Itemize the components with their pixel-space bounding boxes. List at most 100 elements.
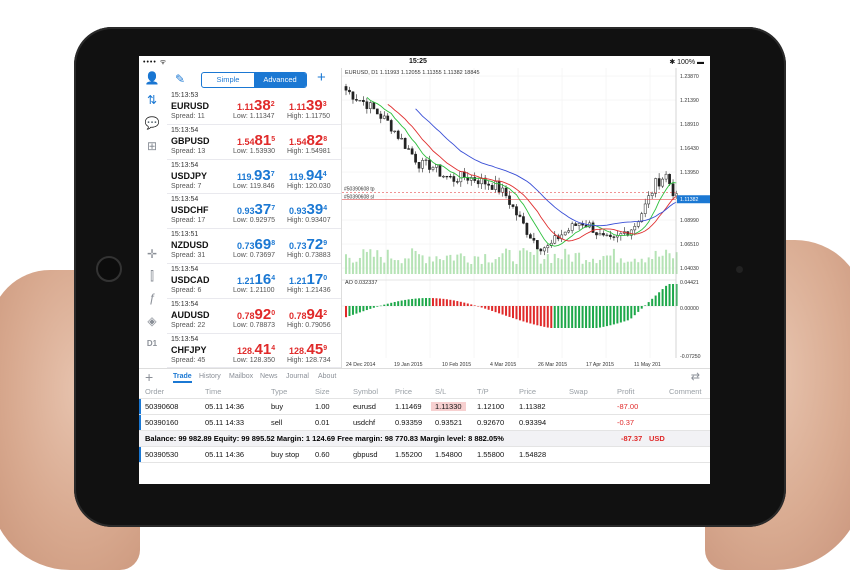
quote-high: High: 120.030: [287, 182, 331, 190]
quote-row-usdchf[interactable]: 15:13:54 USDCHF Spread: 17 0.93377 0.93394 Lo…: [167, 194, 341, 230]
volume-bar: [609, 255, 612, 274]
volume-bar: [397, 260, 400, 274]
tab-news[interactable]: News: [260, 373, 278, 380]
ao-bar: [362, 306, 365, 312]
ao-bar: [494, 306, 497, 313]
edit-icon[interactable]: ✎: [175, 72, 185, 86]
price-chart[interactable]: #50390608 tp #50390608 sl 1.23870 1.21390 1.…: [341, 68, 710, 368]
table-row[interactable]: 50390160 05.11 14:33 sell 0.01 usdchf 0.93359…: [139, 415, 710, 431]
ask-price[interactable]: 0.78942: [289, 306, 327, 323]
advanced-tab[interactable]: Advanced: [254, 73, 306, 87]
add-symbol-icon[interactable]: +: [317, 69, 326, 86]
col-header[interactable]: Comment: [669, 387, 702, 396]
ask-price[interactable]: 119.944: [289, 167, 327, 184]
ao-bar: [543, 306, 546, 327]
bid-price[interactable]: 0.93377: [237, 201, 275, 218]
table-cell: sell: [271, 418, 283, 427]
col-header[interactable]: S/L: [435, 387, 446, 396]
account-icon[interactable]: 👤: [144, 70, 160, 86]
candle-body: [518, 214, 522, 217]
col-header[interactable]: Swap: [569, 387, 588, 396]
volume-bar: [431, 261, 434, 274]
new-order-plus-icon[interactable]: +: [145, 369, 153, 385]
table-header: Order Time Type Size Symbol Price S/L T/P Price S…: [139, 384, 710, 399]
candle-body: [570, 223, 574, 231]
col-header[interactable]: Symbol: [353, 387, 378, 396]
ask-price[interactable]: 0.93394: [289, 201, 327, 218]
bid-price[interactable]: 1.11382: [237, 97, 275, 114]
ao-bar: [532, 306, 535, 325]
ask-price[interactable]: 0.73729: [289, 236, 327, 253]
chat-icon[interactable]: 💬: [144, 115, 160, 131]
volume-bar: [525, 250, 528, 274]
candle-body: [536, 240, 539, 250]
quote-row-chfjpy[interactable]: 15:13:54 CHFJPY Spread: 45 128.414 128.459 Lo…: [167, 334, 341, 369]
ask-price[interactable]: 128.459: [289, 341, 327, 358]
bid-price[interactable]: 128.414: [237, 341, 275, 358]
bid-price[interactable]: 1.21164: [237, 271, 275, 288]
bid-price[interactable]: 0.78920: [237, 306, 275, 323]
quote-row-gbpusd[interactable]: 15:13:54 GBPUSD Spread: 13 1.54815 1.54828 Lo…: [167, 125, 341, 160]
volume-bar: [355, 261, 358, 274]
table-row[interactable]: 50390608 05.11 14:36 buy 1.00 eurusd 1.11469 1…: [139, 399, 710, 415]
quote-row-usdjpy[interactable]: 15:13:54 USDJPY Spread: 7 119.937 119.944 Low…: [167, 160, 341, 195]
ma-red-line: [387, 104, 677, 242]
col-header[interactable]: T/P: [477, 387, 489, 396]
simple-tab[interactable]: Simple: [202, 73, 254, 87]
table-cell: 50390160: [145, 418, 179, 427]
quotes-icon[interactable]: ⇅: [144, 92, 160, 108]
quote-row-eurusd[interactable]: 15:13:53 EURUSD Spread: 11 1.11382 1.11393 Lo…: [167, 90, 341, 125]
new-order-icon[interactable]: ⊞: [144, 138, 160, 154]
ao-bar: [355, 306, 358, 314]
ask-price[interactable]: 1.11393: [289, 97, 327, 114]
ao-bar: [358, 306, 361, 313]
candle-body: [508, 195, 511, 205]
ask-price[interactable]: 1.21170: [289, 271, 327, 288]
table-cell: 1.11330: [431, 402, 466, 411]
candle-body: [664, 173, 668, 180]
indicators-icon[interactable]: ƒ: [144, 290, 160, 306]
col-header[interactable]: Time: [205, 387, 221, 396]
tab-journal[interactable]: Journal: [286, 373, 309, 380]
quote-spread: Spread: 13: [171, 147, 206, 155]
volume-bar: [536, 249, 539, 274]
col-header[interactable]: Profit: [617, 387, 635, 396]
sort-icon[interactable]: ⇄: [691, 370, 700, 383]
quote-row-usdcad[interactable]: 15:13:54 USDCAD Spread: 6 1.21164 1.21170 Low…: [167, 264, 341, 299]
col-header[interactable]: Type: [271, 387, 287, 396]
col-header[interactable]: Price: [395, 387, 412, 396]
bid-price[interactable]: 1.54815: [237, 132, 275, 149]
tab-about[interactable]: About: [318, 373, 336, 380]
home-button[interactable]: [96, 256, 122, 282]
volume-bar: [501, 253, 504, 274]
candle-body: [375, 108, 379, 115]
quote-symbol: EURUSD: [171, 101, 210, 111]
tab-trade[interactable]: Trade: [173, 373, 192, 383]
crosshair-icon[interactable]: ✛: [144, 246, 160, 262]
col-header[interactable]: Price: [519, 387, 536, 396]
ao-bar: [665, 285, 668, 306]
tab-mailbox[interactable]: Mailbox: [229, 373, 253, 380]
volume-bar: [595, 263, 598, 274]
col-header[interactable]: Size: [315, 387, 330, 396]
chart-type-icon[interactable]: ⫿: [144, 268, 160, 284]
candle-body: [449, 176, 452, 178]
bid-price[interactable]: 0.73698: [237, 236, 275, 253]
candle-body: [643, 203, 647, 214]
table-row[interactable]: 50390530 05.11 14:36 buy stop 0.60 gbpusd 1.5…: [139, 447, 710, 463]
ask-price[interactable]: 1.54828: [289, 132, 327, 149]
quote-list: 15:13:53 EURUSD Spread: 11 1.11382 1.11393 Lo…: [167, 90, 341, 369]
price-tick: 1.06510: [680, 242, 699, 248]
tab-history[interactable]: History: [199, 373, 221, 380]
candle-body: [414, 153, 417, 163]
view-mode-toggle[interactable]: Simple Advanced: [201, 72, 307, 88]
objects-icon[interactable]: ◈: [144, 313, 160, 329]
timeframe-icon[interactable]: D1: [144, 336, 160, 352]
quote-row-nzdusd[interactable]: 15:13:51 NZDUSD Spread: 31 0.73698 0.73729 Lo…: [167, 229, 341, 264]
candle-body: [504, 187, 508, 197]
quote-row-audusd[interactable]: 15:13:54 AUDUSD Spread: 22 0.78920 0.78942 Lo…: [167, 299, 341, 334]
bid-price[interactable]: 119.937: [237, 167, 275, 184]
table-cell: buy stop: [271, 450, 300, 459]
volume-bar: [571, 261, 574, 274]
col-header[interactable]: Order: [145, 387, 164, 396]
